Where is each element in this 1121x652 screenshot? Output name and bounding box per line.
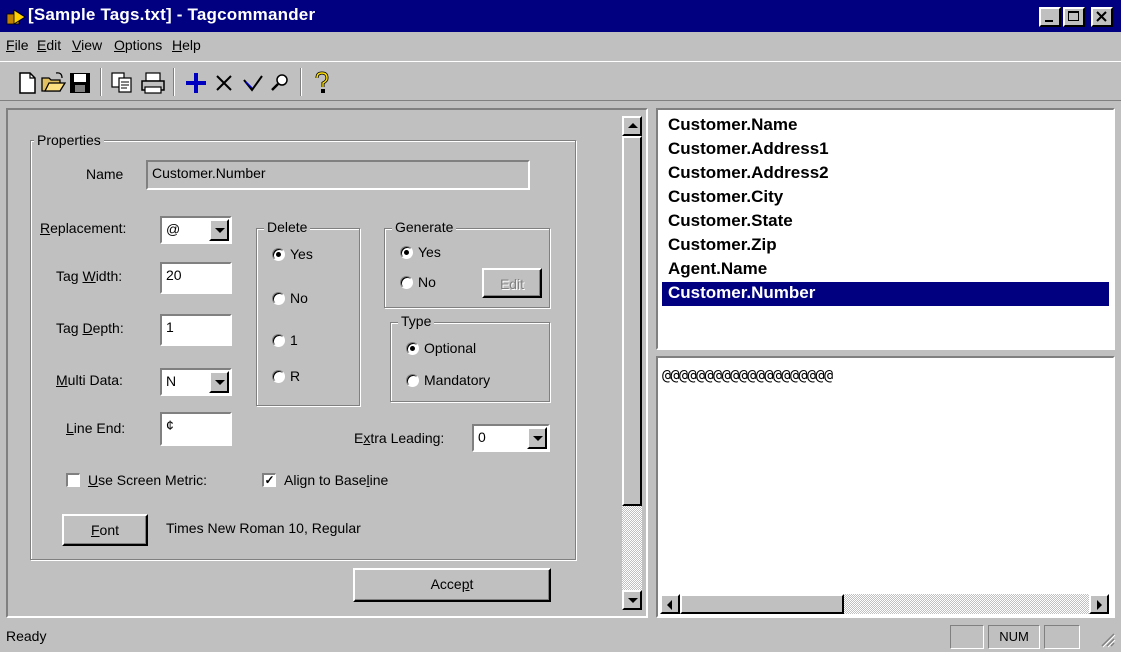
close-icon (1096, 11, 1107, 22)
chevron-down-icon[interactable] (527, 427, 547, 449)
radio-selected-icon (272, 248, 285, 261)
radio-icon (406, 374, 419, 387)
add-plus-icon (186, 73, 206, 93)
list-item[interactable]: Customer.Zip (662, 234, 1109, 258)
maximize-icon (1068, 11, 1079, 21)
menu-view[interactable]: View (72, 37, 102, 53)
tag-width-field[interactable]: 20 (160, 262, 232, 294)
replacement-combo[interactable]: @ (160, 216, 232, 244)
generate-group-label: Generate (392, 219, 457, 235)
scroll-up-button[interactable] (622, 116, 642, 136)
list-item[interactable]: Customer.Address1 (662, 138, 1109, 162)
horizontal-scroll-track[interactable] (844, 594, 1089, 614)
add-tag-button[interactable] (183, 70, 209, 96)
properties-pane: Properties Name Customer.Number Replacem… (6, 108, 648, 618)
status-panel-scroll (1044, 625, 1080, 649)
chevron-down-icon[interactable] (209, 219, 229, 241)
extra-leading-label: Extra Leading: (354, 430, 445, 446)
scroll-down-button[interactable] (622, 590, 642, 610)
font-button[interactable]: Font (62, 514, 148, 546)
edit-button[interactable]: Edit (482, 268, 542, 298)
tag-width-label: Tag Width: (56, 268, 123, 284)
line-end-field[interactable]: ¢ (160, 412, 232, 446)
menu-file[interactable]: File (6, 37, 29, 53)
type-group (390, 322, 550, 402)
menu-edit[interactable]: Edit (37, 37, 61, 53)
list-item-selected[interactable]: Customer.Number (662, 282, 1109, 306)
new-file-icon (19, 72, 36, 94)
status-bar: Ready NUM (0, 622, 1121, 652)
list-item[interactable]: Customer.Address2 (662, 162, 1109, 186)
menu-options[interactable]: Options (114, 37, 162, 53)
tag-list[interactable]: Customer.Name Customer.Address1 Customer… (656, 108, 1115, 350)
tag-depth-field[interactable]: 1 (160, 314, 232, 346)
help-button[interactable] (309, 70, 335, 96)
name-field[interactable]: Customer.Number (146, 160, 530, 190)
menu-help[interactable]: Help (172, 37, 201, 53)
font-description: Times New Roman 10, Regular (166, 520, 361, 536)
checkbox-icon (66, 473, 80, 487)
find-magnifier-icon (271, 74, 288, 91)
status-panel-caps (950, 625, 984, 649)
preview-text: @@@@@@@@@@@@@@@@@@@@ (662, 366, 833, 384)
minimize-icon (1045, 20, 1053, 22)
copy-icon (111, 72, 132, 93)
checkmark-icon: ✓ (262, 473, 276, 487)
list-item[interactable]: Customer.City (662, 186, 1109, 210)
print-icon (141, 72, 165, 94)
properties-group-label: Properties (34, 132, 104, 148)
copy-button[interactable] (109, 70, 135, 96)
vertical-scroll-track[interactable] (622, 506, 642, 590)
radio-icon (400, 276, 413, 289)
vertical-scroll-thumb[interactable] (622, 136, 642, 506)
list-item[interactable]: Agent.Name (662, 258, 1109, 282)
radio-selected-icon (400, 246, 413, 259)
title-bar[interactable]: [Sample Tags.txt] - Tagcommander (0, 0, 1121, 32)
open-button[interactable] (40, 70, 67, 96)
radio-icon (272, 370, 285, 383)
accept-button[interactable]: Accept (353, 568, 551, 602)
app-icon (6, 9, 26, 25)
minimize-button[interactable] (1039, 7, 1061, 27)
list-item[interactable]: Customer.State (662, 210, 1109, 234)
multi-data-combo[interactable]: N (160, 368, 232, 396)
maximize-button[interactable] (1063, 7, 1085, 27)
toolbar (0, 61, 1121, 101)
save-button[interactable] (67, 70, 93, 96)
status-text: Ready (6, 628, 47, 644)
type-group-label: Type (398, 313, 435, 329)
menu-bar: File Edit View Options Help (0, 33, 1121, 59)
delete-group-label: Delete (264, 219, 311, 235)
find-button[interactable] (267, 70, 293, 96)
new-file-button[interactable] (14, 70, 40, 96)
list-item[interactable]: Customer.Name (662, 114, 1109, 138)
window-title: [Sample Tags.txt] - Tagcommander (28, 5, 316, 24)
save-disk-icon (70, 73, 90, 93)
scroll-right-button[interactable] (1089, 594, 1109, 614)
validate-button[interactable] (240, 70, 266, 96)
close-button[interactable] (1091, 7, 1113, 27)
multi-data-label: Multi Data: (56, 372, 123, 388)
print-button[interactable] (140, 70, 166, 96)
replacement-label: Replacement: (40, 220, 127, 236)
radio-selected-icon (406, 342, 419, 355)
delete-tag-button[interactable] (211, 70, 237, 96)
horizontal-scroll-thumb[interactable] (680, 594, 844, 614)
radio-icon (272, 334, 285, 347)
name-label: Name (86, 166, 124, 182)
preview-pane[interactable]: @@@@@@@@@@@@@@@@@@@@ (656, 356, 1115, 618)
resize-grip-icon[interactable] (1098, 630, 1116, 648)
scroll-left-button[interactable] (660, 594, 680, 614)
status-panel-num: NUM (988, 625, 1040, 649)
line-end-label: Line End: (66, 420, 126, 436)
open-folder-icon (41, 72, 67, 92)
check-icon (243, 75, 263, 92)
help-question-icon (315, 71, 329, 93)
chevron-down-icon[interactable] (209, 371, 229, 393)
tag-depth-label: Tag Depth: (56, 320, 124, 336)
radio-icon (272, 292, 285, 305)
delete-x-icon (216, 75, 232, 91)
extra-leading-combo[interactable]: 0 (472, 424, 550, 452)
